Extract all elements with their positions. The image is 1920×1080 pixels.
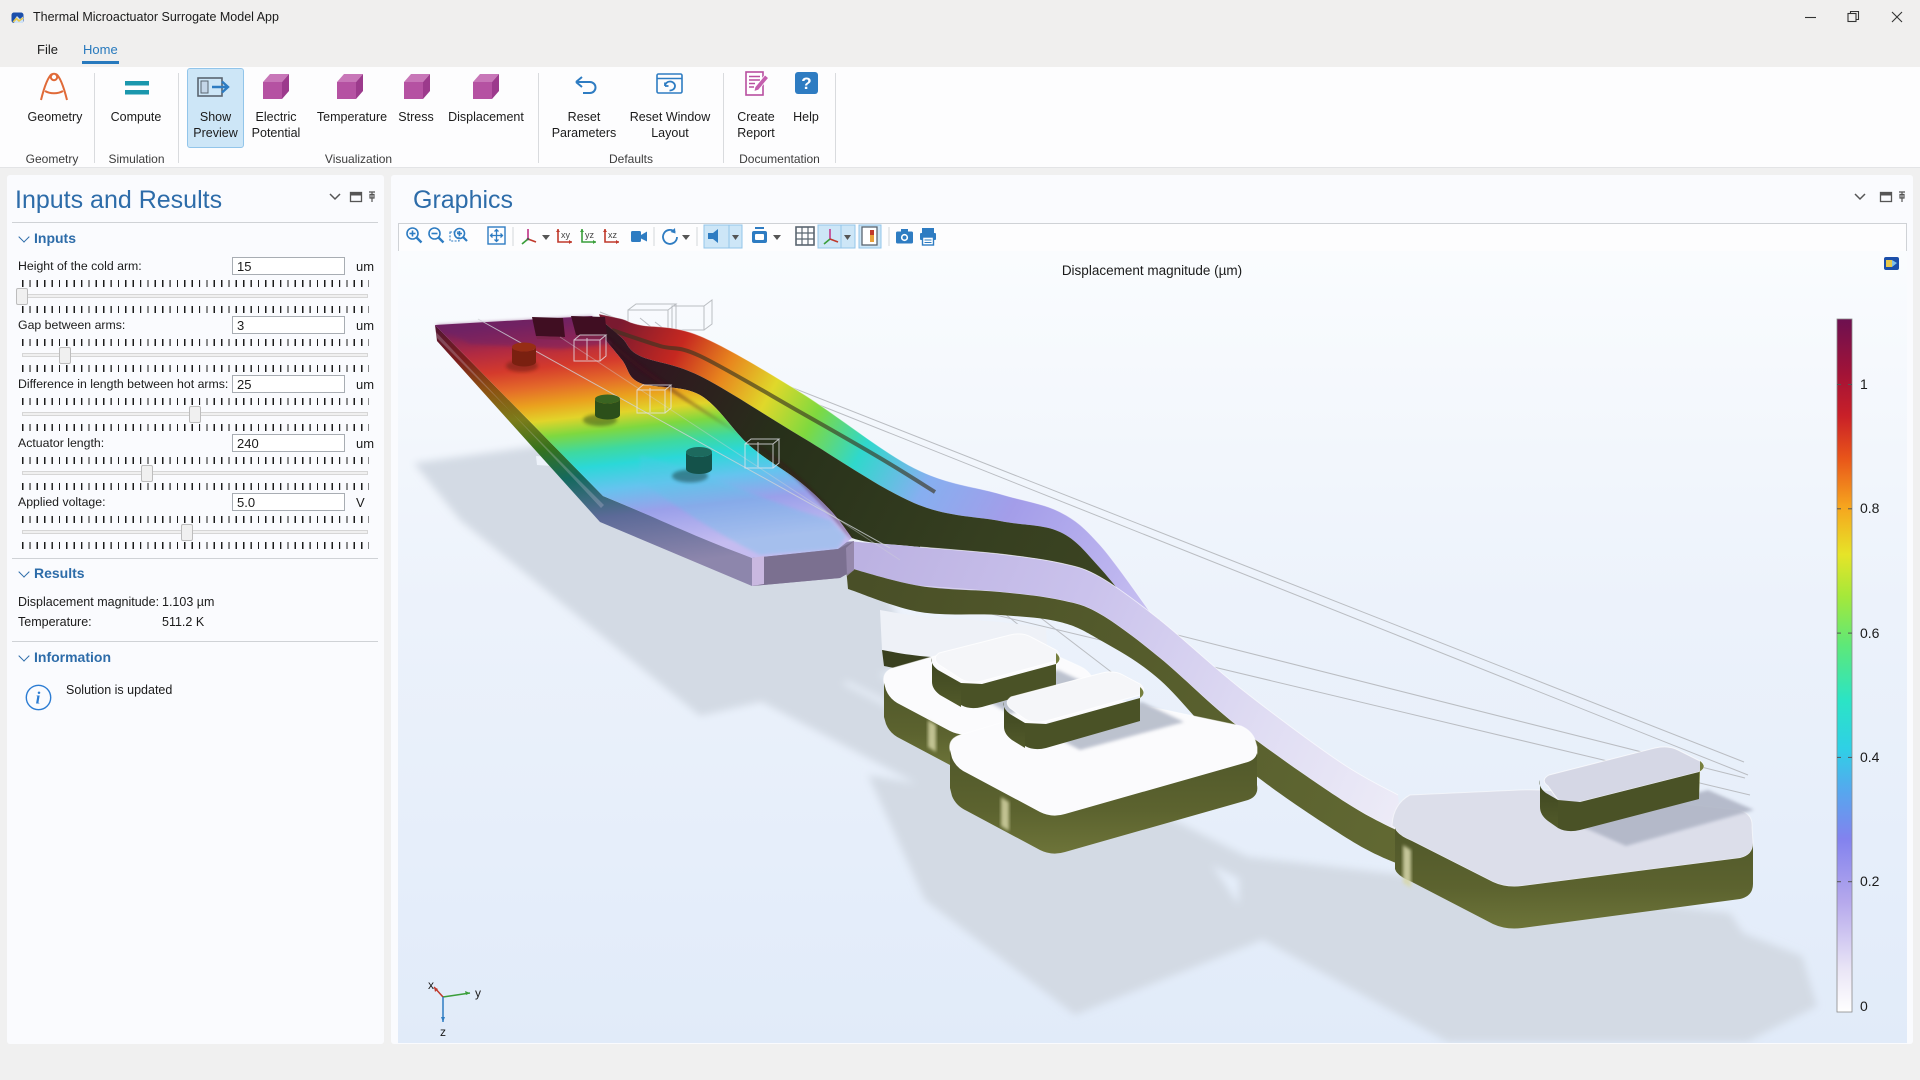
svg-text:z: z [440, 1025, 446, 1039]
svg-text:yz: yz [585, 230, 595, 240]
svg-text:xz: xz [608, 230, 618, 240]
svg-text:y: y [475, 986, 481, 1000]
svg-text:x: x [428, 978, 434, 992]
svg-text:Displacement magnitude (µm): Displacement magnitude (µm) [1062, 263, 1242, 278]
svg-text:0.2: 0.2 [1860, 873, 1880, 889]
svg-text:?: ? [801, 74, 811, 93]
svg-text:0: 0 [1860, 998, 1868, 1014]
svg-text:i: i [36, 689, 41, 708]
svg-text:0.6: 0.6 [1860, 625, 1880, 641]
svg-text:0.4: 0.4 [1860, 749, 1880, 765]
svg-text:xy: xy [561, 230, 571, 240]
svg-text:1: 1 [1860, 376, 1868, 392]
svg-text:0.8: 0.8 [1860, 500, 1880, 516]
